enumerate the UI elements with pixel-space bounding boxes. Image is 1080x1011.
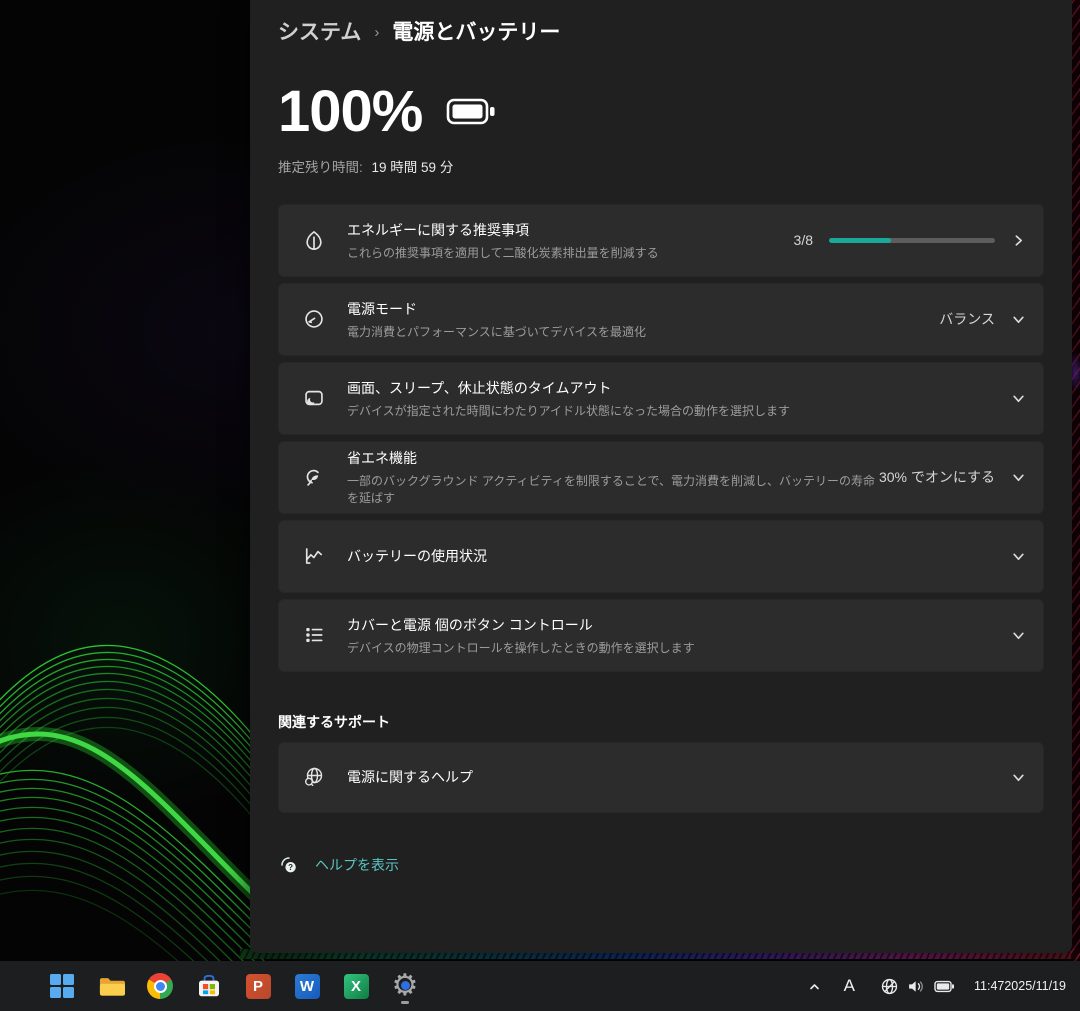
- card-battery-usage[interactable]: バッテリーの使用状況: [278, 520, 1044, 593]
- show-help-label[interactable]: ヘルプを表示: [315, 855, 399, 875]
- globe-search-icon: [303, 766, 325, 788]
- settings-gear-icon: ⚙: [390, 971, 420, 1001]
- chevron-up-icon: [808, 981, 821, 992]
- word-button[interactable]: W: [287, 966, 327, 1006]
- clock-time: 11:47: [974, 978, 1004, 994]
- tray-chevron-button[interactable]: [801, 966, 828, 1006]
- card-screen-sleep-timeouts[interactable]: 画面、スリープ、休止状態のタイムアウト デバイスが指定された時間にわたりアイドル…: [278, 362, 1044, 435]
- windows-logo-icon: [50, 974, 74, 998]
- powerpoint-button[interactable]: P: [238, 966, 278, 1006]
- breadcrumb-separator-icon: ›: [374, 24, 379, 41]
- volume-icon: [907, 978, 926, 995]
- excel-icon: X: [344, 974, 369, 999]
- store-icon: [196, 973, 222, 999]
- chrome-button[interactable]: [140, 966, 180, 1006]
- usage-chart-icon: [303, 545, 325, 567]
- card-title: 電源モード: [347, 299, 939, 319]
- get-help-icon: ?: [278, 854, 300, 876]
- card-title: エネルギーに関する推奨事項: [347, 220, 794, 240]
- energy-progress-bar: [829, 238, 995, 243]
- leaf-icon: [303, 229, 325, 251]
- settings-window: システム › 電源とバッテリー 100% 推定残り時間: 19 時間 59 分 …: [250, 0, 1072, 953]
- excel-button[interactable]: X: [336, 966, 376, 1006]
- word-icon: W: [295, 974, 320, 999]
- chevron-right-icon: [1011, 234, 1025, 247]
- ime-indicator: A: [835, 976, 864, 996]
- chrome-icon: [147, 973, 173, 999]
- file-explorer-button[interactable]: [91, 966, 131, 1006]
- related-support-heading: 関連するサポート: [278, 712, 1044, 732]
- card-subtitle: デバイスの物理コントロールを操作したときの動作を選択します: [347, 639, 1011, 656]
- chevron-down-icon: [1011, 313, 1025, 326]
- card-subtitle: デバイスが指定された時間にわたりアイドル状態になった場合の動作を選択します: [347, 402, 1011, 419]
- screen-sleep-icon: [303, 387, 325, 409]
- chevron-down-icon: [1011, 771, 1025, 784]
- globe-offline-icon: [880, 977, 899, 996]
- start-button[interactable]: [42, 966, 82, 1006]
- chevron-down-icon: [1011, 550, 1025, 563]
- card-power-help[interactable]: 電源に関するヘルプ: [278, 742, 1044, 813]
- clock-button[interactable]: 11:47 2025/11/19: [964, 966, 1072, 1006]
- breadcrumb-system[interactable]: システム: [278, 16, 361, 46]
- card-title: 画面、スリープ、休止状態のタイムアウト: [347, 378, 1011, 398]
- breadcrumb: システム › 電源とバッテリー: [250, 0, 1072, 46]
- battery-percent: 100%: [278, 80, 422, 144]
- estimate-value: 19 時間 59 分: [372, 160, 454, 175]
- active-app-indicator: [401, 1001, 409, 1004]
- battery-saver-icon: [303, 466, 325, 488]
- card-title: バッテリーの使用状況: [347, 546, 1011, 566]
- power-mode-value[interactable]: バランス: [939, 309, 995, 329]
- taskbar-app-icons: P W X ⚙: [42, 961, 425, 1011]
- show-help-link[interactable]: ? ヘルプを表示: [278, 854, 1044, 876]
- card-power-mode[interactable]: 電源モード 電力消費とパフォーマンスに基づいてデバイスを最適化 バランス: [278, 283, 1044, 356]
- excel-letter: X: [351, 978, 361, 995]
- energy-progress-count: 3/8: [794, 232, 813, 248]
- card-title: 省エネ機能: [347, 448, 879, 468]
- svg-text:?: ?: [288, 863, 293, 872]
- card-subtitle: 一部のバックグラウンド アクティビティを制限することで、電力消費を削減し、バッテ…: [347, 472, 879, 506]
- page-title: 電源とバッテリー: [392, 16, 560, 46]
- card-subtitle: 電力消費とパフォーマンスに基づいてデバイスを最適化: [347, 323, 939, 340]
- energy-progress-fill: [829, 238, 891, 243]
- estimate-label: 推定残り時間:: [278, 160, 363, 175]
- clock-date: 2025/11/19: [1004, 978, 1066, 994]
- ime-mode-button[interactable]: A: [828, 966, 871, 1006]
- settings-cards: エネルギーに関する推奨事項 これらの推奨事項を適用して二酸化炭素排出量を削減する…: [278, 204, 1044, 672]
- card-title: 電源に関するヘルプ: [347, 767, 1011, 787]
- powerpoint-icon: P: [246, 974, 271, 999]
- microsoft-store-button[interactable]: [189, 966, 229, 1006]
- energy-saver-value[interactable]: 30% でオンにする: [879, 467, 995, 487]
- system-tray-button[interactable]: [871, 966, 964, 1006]
- card-energy-saver[interactable]: 省エネ機能 一部のバックグラウンド アクティビティを制限することで、電力消費を削…: [278, 441, 1044, 514]
- card-subtitle: これらの推奨事項を適用して二酸化炭素排出量を削減する: [347, 244, 794, 261]
- card-energy-recommendations[interactable]: エネルギーに関する推奨事項 これらの推奨事項を適用して二酸化炭素排出量を削減する…: [278, 204, 1044, 277]
- taskbar-tray: A 11:47 20: [801, 961, 1072, 1011]
- powerpoint-letter: P: [253, 978, 263, 995]
- folder-icon: [98, 975, 125, 998]
- battery-full-icon: [446, 98, 496, 125]
- gauge-icon: [303, 308, 325, 330]
- battery-estimate: 推定残り時間: 19 時間 59 分: [278, 156, 1044, 176]
- card-title: カバーと電源 個のボタン コントロール: [347, 615, 1011, 635]
- settings-button[interactable]: ⚙: [385, 966, 425, 1006]
- controls-list-icon: [303, 624, 325, 646]
- card-lid-power-buttons[interactable]: カバーと電源 個のボタン コントロール デバイスの物理コントロールを操作したとき…: [278, 599, 1044, 672]
- chevron-down-icon: [1011, 629, 1025, 642]
- battery-hero: 100%: [278, 80, 1044, 144]
- taskbar: P W X ⚙ A: [0, 961, 1080, 1011]
- chevron-down-icon: [1011, 471, 1025, 484]
- word-letter: W: [300, 978, 314, 995]
- chevron-down-icon: [1011, 392, 1025, 405]
- wallpaper-right-edge: [1071, 0, 1080, 1011]
- wallpaper-green-waves: [0, 585, 270, 965]
- battery-tray-icon: [934, 978, 955, 995]
